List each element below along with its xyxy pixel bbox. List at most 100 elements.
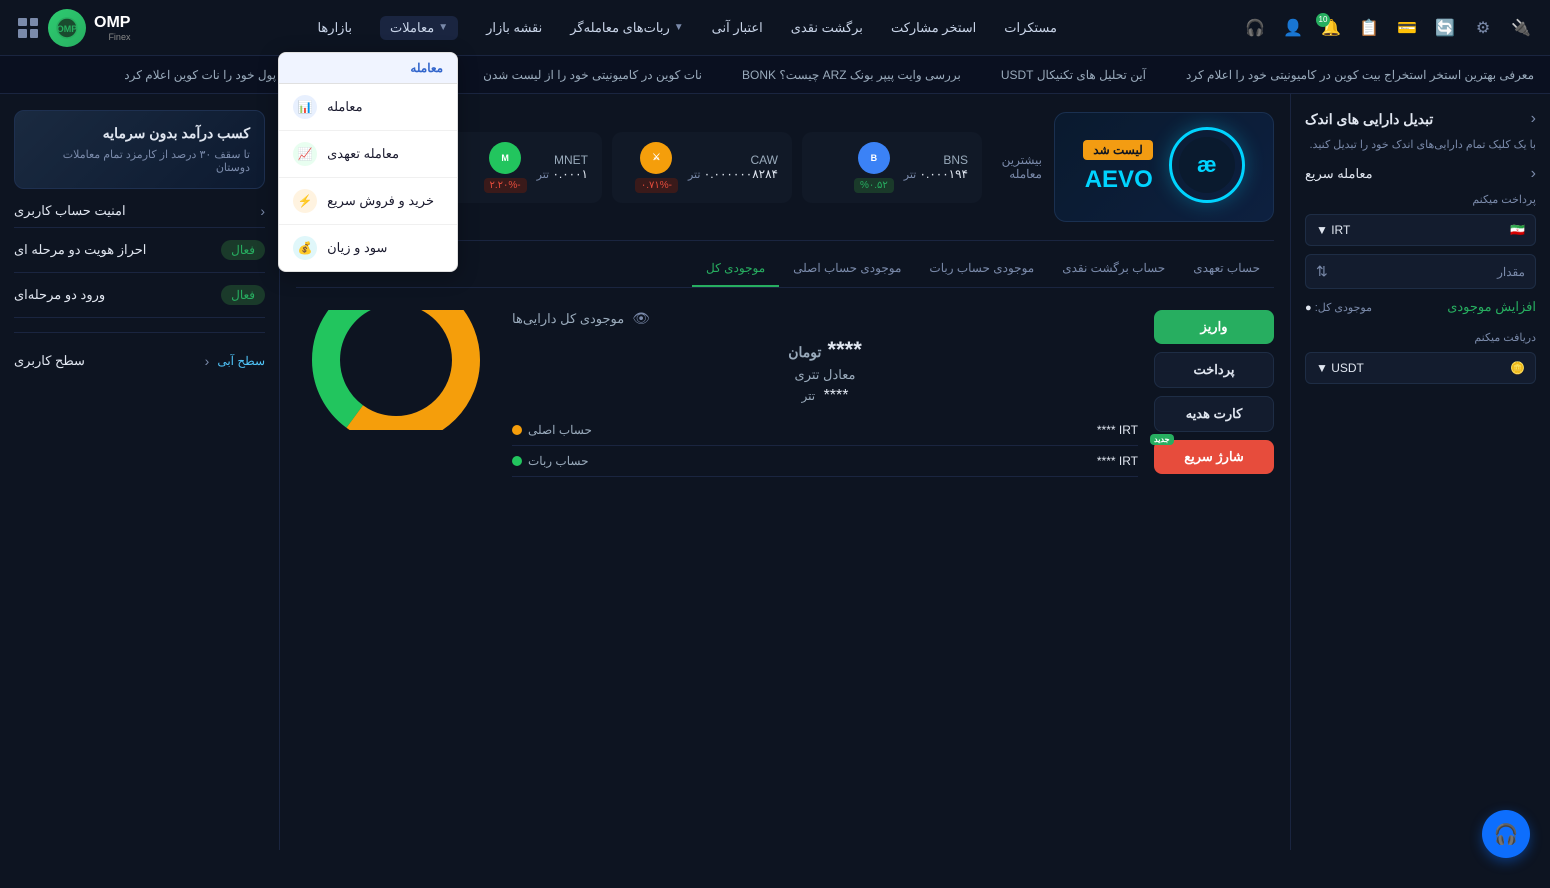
balance-tether-label: معادل تتری bbox=[512, 367, 1138, 383]
level-label: سطح کاربری bbox=[14, 353, 85, 369]
security-section: ‹ امنیت حساب کاربری فعال احراز هویت دو م… bbox=[14, 203, 265, 318]
receive-currency-input[interactable]: 🪙 USDT ▼ bbox=[1305, 352, 1536, 384]
security-section-title: امنیت حساب کاربری bbox=[14, 203, 126, 219]
nav-instant[interactable]: اعتبار آنی bbox=[712, 20, 763, 36]
tab-tether[interactable]: حساب تعهدی bbox=[1179, 251, 1274, 287]
coin-name-bns: BNS bbox=[904, 153, 968, 167]
earn-title: کسب درآمد بدون سرمایه bbox=[29, 125, 250, 142]
coin-badge-mnet: -۲.۲۰% bbox=[484, 178, 527, 193]
dropdown-item-futures[interactable]: معامله تعهدی 📈 bbox=[279, 131, 457, 178]
user-level-section: سطح آبی ‹ سطح کاربری bbox=[14, 332, 265, 377]
updown-icon: ⇅ bbox=[1316, 263, 1328, 280]
tab-bot[interactable]: موجودی حساب ربات bbox=[915, 251, 1048, 287]
coin-price-mnet: ۰.۰۰۰۱ تتر bbox=[537, 167, 588, 181]
balance-unit: تومان bbox=[788, 344, 821, 360]
aevo-name: AEVO bbox=[1083, 166, 1152, 194]
currency-input[interactable]: 🇮🇷 IRT ▼ bbox=[1305, 214, 1536, 246]
bell-icon[interactable]: 🔔 10 bbox=[1320, 17, 1342, 39]
balance-label: موجودی کل: ● bbox=[1305, 301, 1372, 314]
coin-badge-bns: %۰.۵۲ bbox=[854, 178, 894, 193]
nav-trade-btn[interactable]: ▼ معاملات bbox=[380, 16, 458, 40]
coin-card-caw[interactable]: CAW ۰.۰۰۰۰۰۰۸۲۸۴ تتر ⚔ -۰.۷۱% bbox=[612, 132, 792, 203]
charge-button[interactable]: جدید شارژ سریع bbox=[1154, 440, 1274, 474]
balance-title: موجودی کل دارایی‌ها bbox=[512, 311, 624, 327]
pay-label: پرداخت میکنم bbox=[1305, 193, 1536, 206]
main-content: ‹ تبدیل دارایی های اندک با یک کلیک تمام … bbox=[0, 94, 1550, 850]
currency-flag: 🇮🇷 bbox=[1510, 223, 1525, 237]
account-list: **** IRT حساب اصلی **** IRT حساب ربات bbox=[512, 415, 1138, 477]
aevo-listed-badge: لیست شد bbox=[1083, 140, 1152, 160]
plugin-icon[interactable]: 🔌 bbox=[1510, 17, 1532, 39]
nav-competitions[interactable]: مستکرات bbox=[1004, 20, 1057, 36]
coin-badge-caw: -۰.۷۱% bbox=[635, 178, 678, 193]
account-name-main: حساب اصلی bbox=[512, 423, 592, 437]
new-badge: جدید bbox=[1150, 434, 1174, 445]
coin-info-caw: CAW ۰.۰۰۰۰۰۰۸۲۸۴ تتر bbox=[688, 153, 778, 181]
aevo-text: لیست شد AEVO bbox=[1083, 140, 1152, 194]
nav-bot-arrow: ▼ bbox=[674, 22, 684, 33]
coin-info-mnet: MNET ۰.۰۰۰۱ تتر bbox=[537, 153, 588, 181]
aevo-inner-logo: æ bbox=[1179, 137, 1235, 193]
2fa-label: احراز هویت دو مرحله ای bbox=[14, 242, 146, 258]
account-item-bot: **** IRT حساب ربات bbox=[512, 446, 1138, 477]
ticker-item-1: معرفی بهترین استخر استخراج بیت کوین در ک… bbox=[1186, 68, 1534, 82]
withdraw-button[interactable]: پرداخت bbox=[1154, 352, 1274, 388]
balance-link[interactable]: افزایش موجودی bbox=[1447, 299, 1536, 315]
nav-right: OMP Finex OMP bbox=[18, 9, 130, 47]
best-trades-label: بیشترین معامله bbox=[992, 153, 1042, 181]
top-nav: 🔌 ⚙ 🔄 💳 📋 🔔 10 👤 🎧 مستکرات استخر مشارکت … bbox=[0, 0, 1550, 56]
trade-section-arrow[interactable]: ‹ bbox=[1531, 165, 1536, 183]
security-section-arrow[interactable]: ‹ bbox=[260, 203, 265, 219]
2step-label: ورود دو مرحله‌ای bbox=[14, 287, 105, 303]
nav-pool[interactable]: استخر مشارکت bbox=[891, 20, 976, 36]
ticker-item-3: بررسی وایت پیپر بونک ARZ چیست؟ BONK bbox=[742, 68, 961, 82]
refresh-icon[interactable]: 🔄 bbox=[1434, 17, 1456, 39]
amount-input[interactable]: مقدار ⇅ bbox=[1305, 254, 1536, 289]
ticker-item-4: نات کوین در کامیونیتی خود را از لیست شدن bbox=[483, 68, 702, 82]
account-section: حساب تعهدی حساب برگشت نقدی موجودی حساب ر… bbox=[296, 241, 1274, 487]
account-item-main: **** IRT حساب اصلی bbox=[512, 415, 1138, 446]
security-item-2fa[interactable]: فعال احراز هویت دو مرحله ای bbox=[14, 228, 265, 273]
account-value-main: **** IRT bbox=[1097, 423, 1138, 437]
trade-arrow: ▼ bbox=[438, 22, 448, 33]
logo-name: OMP bbox=[94, 13, 130, 32]
coin-logo-caw: ⚔ bbox=[640, 142, 672, 174]
gift-button[interactable]: کارت هدیه bbox=[1154, 396, 1274, 432]
coin-info-bns: BNS ۰.۰۰۰۱۹۴ تتر bbox=[904, 153, 968, 181]
settings-icon[interactable]: ⚙ bbox=[1472, 17, 1494, 39]
nav-left-icons: 🔌 ⚙ 🔄 💳 📋 🔔 10 👤 🎧 bbox=[1244, 17, 1532, 39]
dropdown-item-pnl[interactable]: سود و زیان 💰 bbox=[279, 225, 457, 271]
grid-icon[interactable] bbox=[18, 18, 38, 38]
coin-card-bns[interactable]: BNS ۰.۰۰۰۱۹۴ تتر B %۰.۵۲ bbox=[802, 132, 982, 203]
security-item-2step[interactable]: فعال ورود دو مرحله‌ای bbox=[14, 273, 265, 318]
dropdown-item-quick[interactable]: خرید و فروش سریع ⚡ bbox=[279, 178, 457, 225]
aevo-banner[interactable]: æ لیست شد AEVO bbox=[1054, 112, 1274, 222]
2fa-status: فعال bbox=[221, 240, 265, 260]
amount-placeholder: مقدار bbox=[1497, 265, 1525, 279]
tab-total[interactable]: موجودی کل bbox=[692, 251, 779, 287]
nav-bot[interactable]: ▼ ربات‌های معامله‌گر bbox=[570, 20, 683, 36]
tab-main[interactable]: موجودی حساب اصلی bbox=[779, 251, 915, 287]
logo[interactable]: OMP Finex OMP bbox=[48, 9, 130, 47]
report-icon[interactable]: 📋 bbox=[1358, 17, 1380, 39]
earn-banner[interactable]: کسب درآمد بدون سرمایه تا سقف ۳۰ درصد از … bbox=[14, 110, 265, 189]
dropdown-quick-label: خرید و فروش سریع bbox=[327, 193, 434, 209]
dropdown-trade-icon: 📊 bbox=[293, 95, 317, 119]
wallet-icon[interactable]: 💳 bbox=[1396, 17, 1418, 39]
usdt-code: USDT ▼ bbox=[1316, 361, 1364, 375]
deposit-button[interactable]: واریز bbox=[1154, 310, 1274, 344]
tab-cashback[interactable]: حساب برگشت نقدی bbox=[1048, 251, 1179, 287]
eye-icon[interactable]: 👁 bbox=[632, 310, 650, 327]
nav-chart[interactable]: نقشه بازار bbox=[486, 20, 542, 36]
nav-cashback[interactable]: برگشت نقدی bbox=[791, 20, 863, 36]
support-fab[interactable]: 🎧 bbox=[1482, 810, 1530, 858]
logo-sub: Finex bbox=[94, 32, 130, 43]
left-panel-arrow[interactable]: ‹ bbox=[1531, 110, 1536, 128]
headset-icon[interactable]: 🎧 bbox=[1244, 17, 1266, 39]
level-row[interactable]: سطح آبی ‹ سطح کاربری bbox=[14, 345, 265, 377]
user-icon[interactable]: 👤 bbox=[1282, 17, 1304, 39]
dropdown-item-trade[interactable]: معامله 📊 bbox=[279, 84, 457, 131]
earn-sub: تا سقف ۳۰ درصد از کارمزد تمام معاملات دو… bbox=[29, 148, 250, 174]
nav-markets[interactable]: بازارها bbox=[317, 20, 352, 36]
dropdown-header: معامله bbox=[279, 53, 457, 84]
